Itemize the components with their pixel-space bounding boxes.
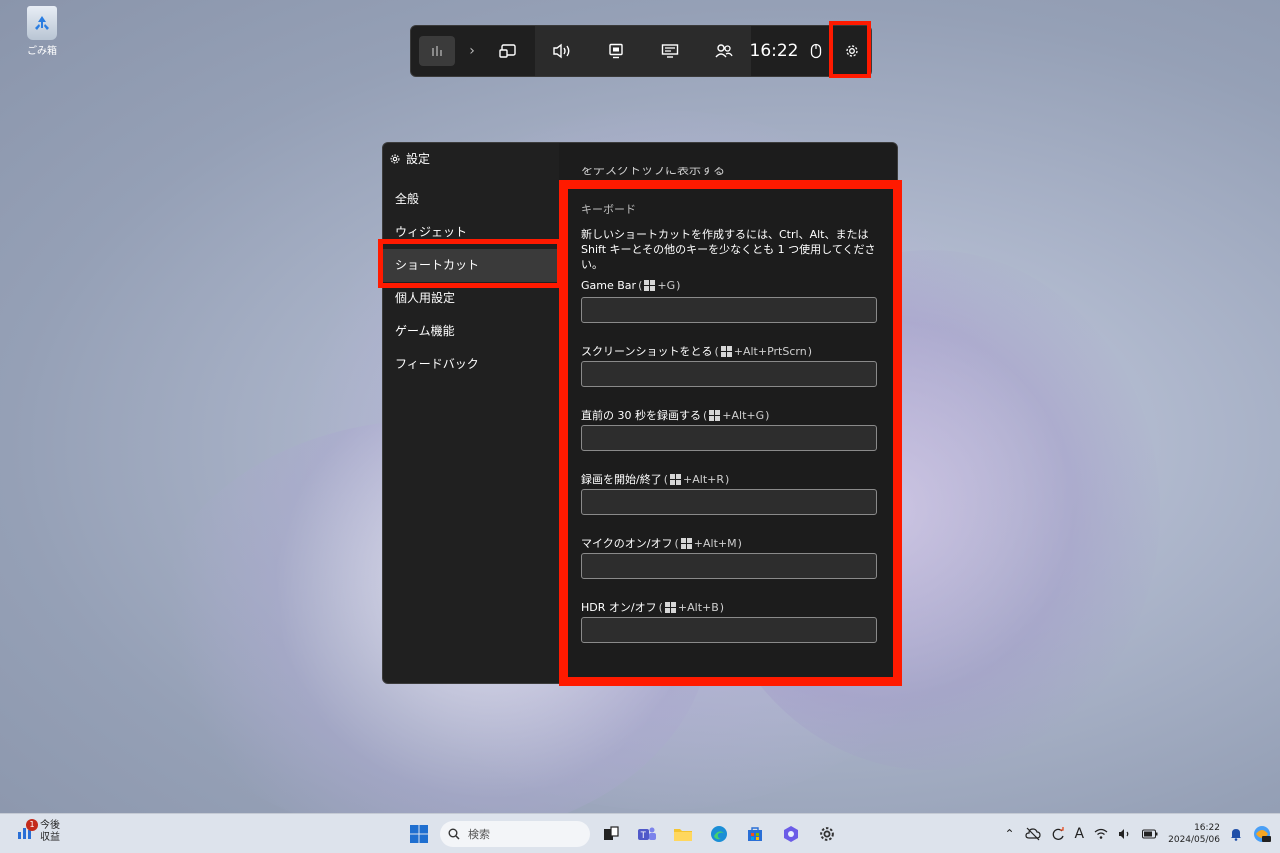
edge-icon bbox=[711, 826, 727, 842]
game-bar: › 16:22 bbox=[410, 25, 872, 77]
xbox-social-icon bbox=[715, 44, 733, 58]
chevron-up-icon[interactable]: ⌃ bbox=[1004, 827, 1014, 841]
store-icon bbox=[748, 827, 762, 841]
widget-line2: 収益 bbox=[40, 832, 60, 843]
search-icon bbox=[448, 828, 460, 840]
mouse-icon bbox=[810, 43, 822, 59]
windows-logo-icon bbox=[410, 825, 428, 843]
teams-app[interactable]: T bbox=[632, 819, 662, 849]
wifi-icon[interactable] bbox=[1094, 828, 1108, 840]
widgets-button[interactable]: 1 今後 収益 bbox=[16, 819, 60, 844]
gear-icon bbox=[820, 827, 834, 841]
store-app[interactable] bbox=[740, 819, 770, 849]
home-button[interactable] bbox=[411, 26, 463, 76]
capture-icon bbox=[499, 44, 516, 58]
nav-item-feedback[interactable]: フィードバック bbox=[383, 348, 559, 381]
chevron-right-icon[interactable]: › bbox=[463, 26, 481, 76]
edge-app[interactable] bbox=[704, 819, 734, 849]
audio-button[interactable] bbox=[535, 26, 589, 76]
taskbar-apps: 検索 T bbox=[404, 818, 842, 850]
gamebar-clock: 16:22 bbox=[749, 41, 799, 61]
search-placeholder: 検索 bbox=[468, 828, 490, 841]
shortcut-nav-highlight-box bbox=[378, 239, 562, 288]
copilot-preview-icon[interactable] bbox=[1252, 824, 1272, 844]
gear-highlight-box bbox=[829, 21, 871, 78]
widget-line1: 今後 bbox=[40, 820, 60, 831]
sync-icon[interactable] bbox=[1051, 827, 1065, 841]
performance-icon bbox=[609, 43, 623, 59]
recycle-bin-icon bbox=[27, 6, 57, 40]
copilot-app[interactable] bbox=[776, 819, 806, 849]
cloud-off-icon[interactable] bbox=[1024, 827, 1041, 841]
scrolled-option-text: をデスクトップに表示する bbox=[581, 163, 726, 177]
clock-time: 16:22 bbox=[1194, 823, 1220, 833]
keyboard-section-highlight-box bbox=[559, 180, 902, 686]
recycle-bin-label: ごみ箱 bbox=[27, 46, 57, 57]
task-view-button[interactable] bbox=[596, 819, 626, 849]
task-view-icon bbox=[604, 826, 619, 840]
teams-icon: T bbox=[638, 827, 656, 840]
search-box[interactable]: 検索 bbox=[440, 821, 590, 847]
nav-item-gaming-features[interactable]: ゲーム機能 bbox=[383, 315, 559, 348]
settings-app[interactable] bbox=[812, 819, 842, 849]
battery-icon[interactable] bbox=[1142, 829, 1158, 839]
home-widget-icon bbox=[432, 46, 442, 56]
taskbar: 1 今後 収益 検索 T ⌃ A 16:22 2024/05/06 bbox=[0, 813, 1280, 853]
window-title-text: 設定 bbox=[406, 152, 431, 166]
start-button[interactable] bbox=[404, 819, 434, 849]
svg-text:T: T bbox=[641, 830, 647, 840]
ime-indicator[interactable]: A bbox=[1075, 826, 1085, 842]
file-explorer-app[interactable] bbox=[668, 819, 698, 849]
performance-button[interactable] bbox=[589, 26, 643, 76]
resources-icon bbox=[661, 44, 679, 58]
resources-button[interactable] bbox=[643, 26, 697, 76]
audio-icon bbox=[553, 43, 570, 59]
clock-date: 2024/05/06 bbox=[1168, 835, 1220, 845]
xbox-social-button[interactable] bbox=[697, 26, 751, 76]
notification-badge: 1 bbox=[26, 819, 38, 831]
folder-icon bbox=[674, 829, 692, 841]
nav-item-general[interactable]: 全般 bbox=[383, 183, 559, 216]
window-title: 設定 bbox=[389, 150, 430, 167]
recycle-bin[interactable]: ごみ箱 bbox=[18, 6, 66, 57]
system-tray: ⌃ A 16:22 2024/05/06 bbox=[1004, 818, 1272, 850]
capture-button[interactable] bbox=[481, 26, 535, 76]
copilot-icon bbox=[784, 826, 798, 842]
stocks-icon: 1 bbox=[16, 819, 38, 841]
gear-icon bbox=[390, 154, 400, 163]
speaker-icon[interactable] bbox=[1118, 828, 1132, 840]
bell-icon[interactable] bbox=[1230, 827, 1242, 841]
taskbar-clock[interactable]: 16:22 2024/05/06 bbox=[1168, 822, 1220, 846]
